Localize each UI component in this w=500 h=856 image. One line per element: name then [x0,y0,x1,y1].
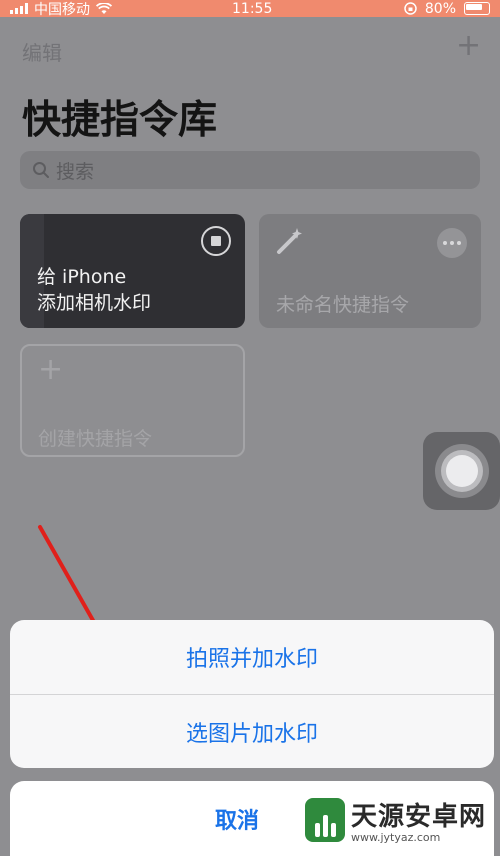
plus-icon: + [38,352,64,387]
shortcut-title: 给 iPhone 添加相机水印 [37,264,151,316]
stop-icon[interactable] [201,226,231,256]
shortcut-card-camera-watermark[interactable]: 给 iPhone 添加相机水印 [20,214,245,328]
assistive-touch-button[interactable] [423,432,500,510]
create-shortcut-card[interactable]: + 创建快捷指令 [20,344,245,457]
battery-percent: 80% [424,0,456,17]
cancel-button[interactable]: 取消 [215,803,259,835]
take-photo-watermark-button[interactable]: 拍照并加水印 [10,620,494,694]
status-right: 80% [404,1,490,17]
action-sheet: 拍照并加水印 选图片加水印 [10,620,494,768]
magic-wand-icon [277,228,302,254]
shortcut-card-untitled[interactable]: 未命名快捷指令 [259,214,481,328]
shortcut-title-line1: 给 iPhone [37,266,127,288]
site-watermark: 天源安卓网 www.jytyaz.com [305,796,486,844]
search-field[interactable]: 搜索 [20,151,480,189]
search-icon [33,162,49,178]
create-shortcut-label: 创建快捷指令 [38,428,153,450]
watermark-url: www.jytyaz.com [351,831,441,844]
shortcut-title-line2: 添加相机水印 [37,292,152,314]
watermark-name: 天源安卓网 [351,802,487,832]
add-shortcut-button[interactable]: + [456,31,481,61]
search-placeholder: 搜索 [56,160,95,183]
wifi-icon [96,2,112,14]
choose-photo-watermark-button[interactable]: 选图片加水印 [10,694,494,768]
edit-button[interactable]: 编辑 [22,37,62,66]
carrier-label: 中国移动 [34,1,90,18]
orientation-lock-icon [404,2,417,15]
signal-icon [10,3,28,14]
status-time: 11:55 [232,0,273,17]
status-left: 中国移动 [10,0,112,19]
more-options-icon[interactable] [437,228,467,258]
battery-icon [464,2,490,15]
status-bar: 中国移动 11:55 80% [0,0,500,19]
shortcut-title: 未命名快捷指令 [276,294,410,316]
page-title: 快捷指令库 [22,98,218,143]
watermark-logo-icon [305,798,345,842]
